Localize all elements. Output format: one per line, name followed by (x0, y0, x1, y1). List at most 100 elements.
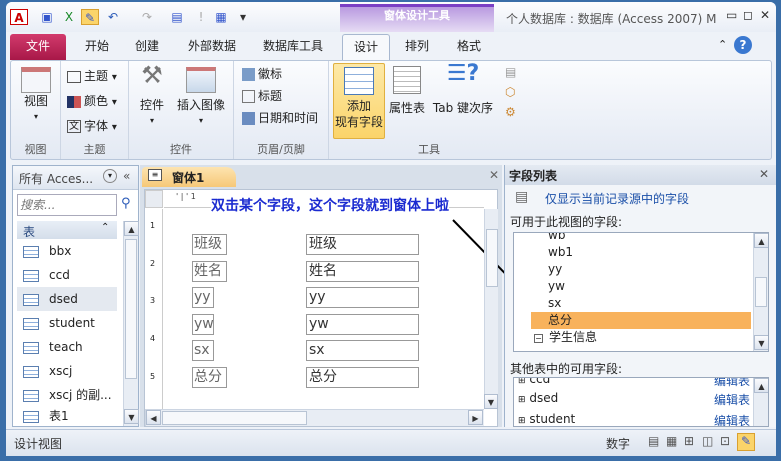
fonts-button[interactable]: 文字体 ▾ (67, 117, 117, 134)
nav-item[interactable]: xscj (17, 359, 117, 383)
field-textbox[interactable]: 姓名 (306, 261, 419, 282)
date-time-button[interactable]: 日期和时间 (242, 109, 318, 126)
design-view-icon[interactable]: ✎ (737, 433, 755, 451)
edit-table-link[interactable]: 编辑表 (714, 412, 750, 426)
nav-scrollbar[interactable]: ▲ ▼ (123, 221, 139, 426)
scroll-up-icon[interactable]: ▲ (754, 233, 768, 248)
undo-icon[interactable]: ↶ (104, 9, 122, 25)
tab-form1[interactable]: ≡ 窗体1 (142, 167, 236, 187)
theme-button[interactable]: 主题 ▾ (67, 67, 117, 84)
field-textbox[interactable]: yy (306, 287, 419, 308)
nav-search-input[interactable] (17, 194, 117, 216)
pivot-chart-icon[interactable]: ◫ (702, 434, 713, 448)
field-label[interactable]: yy (192, 287, 214, 308)
run-icon[interactable]: ! (192, 9, 210, 25)
pivot-table-icon[interactable]: ⊞ (684, 434, 694, 448)
field-label[interactable]: 总分 (192, 367, 227, 388)
scroll-left-icon[interactable]: ◀ (146, 410, 161, 425)
colors-button[interactable]: 颜色 ▾ (67, 92, 117, 109)
field-item[interactable]: yw (548, 278, 565, 295)
property-sheet-button[interactable]: 属性表 (387, 66, 427, 116)
tab-create[interactable]: 创建 (128, 34, 166, 60)
edit-table-link[interactable]: 编辑表 (714, 378, 750, 389)
add-existing-fields-button[interactable]: 添加 现有字段 (333, 63, 385, 139)
field-label[interactable]: 姓名 (192, 261, 227, 282)
view-button[interactable]: 视图 ▾ (17, 67, 55, 125)
nav-header[interactable]: 所有 Acces... ▾ « (13, 166, 138, 190)
customize-qat-icon[interactable]: ▾ (234, 9, 252, 25)
logo-button[interactable]: 徽标 (242, 65, 282, 82)
fields-scrollbar[interactable]: ▲ ▼ (753, 233, 768, 351)
convert-macros-icon[interactable]: ⚙ (505, 105, 516, 119)
scroll-down-icon[interactable]: ▼ (754, 335, 768, 350)
design-view-icon[interactable]: ✎ (81, 9, 99, 25)
tab-external-data[interactable]: 外部数据 (180, 34, 244, 60)
scroll-right-icon[interactable]: ▶ (468, 410, 483, 425)
close-pane-icon[interactable]: ✕ (759, 167, 769, 181)
collapse-icon[interactable]: − (534, 334, 543, 343)
datasheet-icon[interactable]: ▦ (212, 9, 230, 25)
tab-database-tools[interactable]: 数据库工具 (256, 34, 330, 60)
help-icon[interactable]: ? (734, 36, 752, 54)
tab-format[interactable]: 格式 (450, 34, 488, 60)
redo-icon[interactable]: ↷ (138, 9, 156, 25)
nav-item[interactable]: xscj 的副... (17, 383, 117, 407)
close-icon[interactable]: ✕ (760, 8, 770, 22)
nav-item[interactable]: teach (17, 335, 117, 359)
edit-table-link[interactable]: 编辑表 (714, 391, 750, 408)
code-icon[interactable]: ⬡ (505, 85, 515, 99)
other-scrollbar[interactable]: ▲ (753, 378, 768, 426)
tab-arrange[interactable]: 排列 (398, 34, 436, 60)
search-icon[interactable]: ⚲ (121, 196, 131, 211)
scroll-thumb[interactable] (486, 229, 498, 287)
field-label[interactable]: 班级 (192, 234, 227, 255)
tab-home[interactable]: 开始 (78, 34, 116, 60)
field-label[interactable]: sx (192, 340, 214, 361)
scroll-up-icon[interactable]: ▲ (754, 378, 768, 393)
scroll-thumb[interactable] (755, 277, 767, 307)
tab-file[interactable]: 文件 (10, 34, 66, 60)
layout-view-icon[interactable]: ⊡ (720, 434, 730, 448)
field-label[interactable]: yw (192, 314, 214, 335)
collapse-nav-icon[interactable]: « (123, 169, 130, 183)
field-item[interactable]: wb (548, 233, 565, 244)
field-item[interactable]: sx (548, 295, 561, 312)
save-icon[interactable]: ▣ (38, 9, 56, 25)
minimize-ribbon-icon[interactable]: ⌃ (718, 38, 727, 51)
form-view-icon[interactable]: ▤ (648, 434, 659, 448)
controls-button[interactable]: ⚒ 控件 ▾ (135, 63, 169, 129)
nav-section-tables[interactable]: 表 ⌃ (17, 221, 117, 239)
insert-image-button[interactable]: 插入图像 ▾ (173, 67, 229, 129)
tab-order-button[interactable]: ☰? Tab 键次序 (429, 63, 497, 116)
other-table-item[interactable]: ⊞ student 编辑表 (518, 412, 750, 426)
excel-icon[interactable]: X (60, 9, 78, 25)
show-only-current-source-link[interactable]: 仅显示当前记录源中的字段 (545, 190, 689, 207)
subform-icon[interactable]: ▤ (505, 65, 516, 79)
nav-item[interactable]: ccd (17, 263, 117, 287)
other-table-item[interactable]: ⊞ ccd 编辑表 (518, 378, 750, 389)
vertical-scrollbar[interactable]: ▼ (484, 209, 498, 409)
field-item[interactable]: yy (548, 261, 562, 278)
scroll-down-icon[interactable]: ▼ (124, 409, 139, 424)
scroll-up-icon[interactable]: ▲ (124, 221, 139, 236)
field-textbox[interactable]: 班级 (306, 234, 419, 255)
field-textbox[interactable]: sx (306, 340, 419, 361)
field-item[interactable]: wb1 (548, 244, 573, 261)
title-button[interactable]: 标题 (242, 87, 282, 104)
nav-item-selected[interactable]: dsed (17, 287, 117, 311)
nav-item[interactable]: bbx (17, 239, 117, 263)
table-group[interactable]: − 学生信息 (534, 329, 597, 346)
tab-design[interactable]: 设计 (342, 34, 390, 60)
horizontal-scrollbar[interactable]: ◀ ▶ (145, 409, 484, 426)
form-selector[interactable] (145, 190, 163, 208)
nav-item[interactable]: student (17, 311, 117, 335)
form-icon[interactable]: ▤ (168, 9, 186, 25)
datasheet-view-icon[interactable]: ▦ (666, 434, 677, 448)
scroll-thumb[interactable] (125, 239, 137, 379)
close-document-icon[interactable]: ✕ (489, 168, 499, 182)
field-textbox[interactable]: 总分 (306, 367, 419, 388)
restore-icon[interactable]: ◻ (743, 8, 753, 22)
scroll-thumb[interactable] (162, 411, 307, 425)
other-table-item[interactable]: ⊞ dsed 编辑表 (518, 391, 750, 408)
field-item-selected[interactable]: 总分 (531, 312, 751, 329)
